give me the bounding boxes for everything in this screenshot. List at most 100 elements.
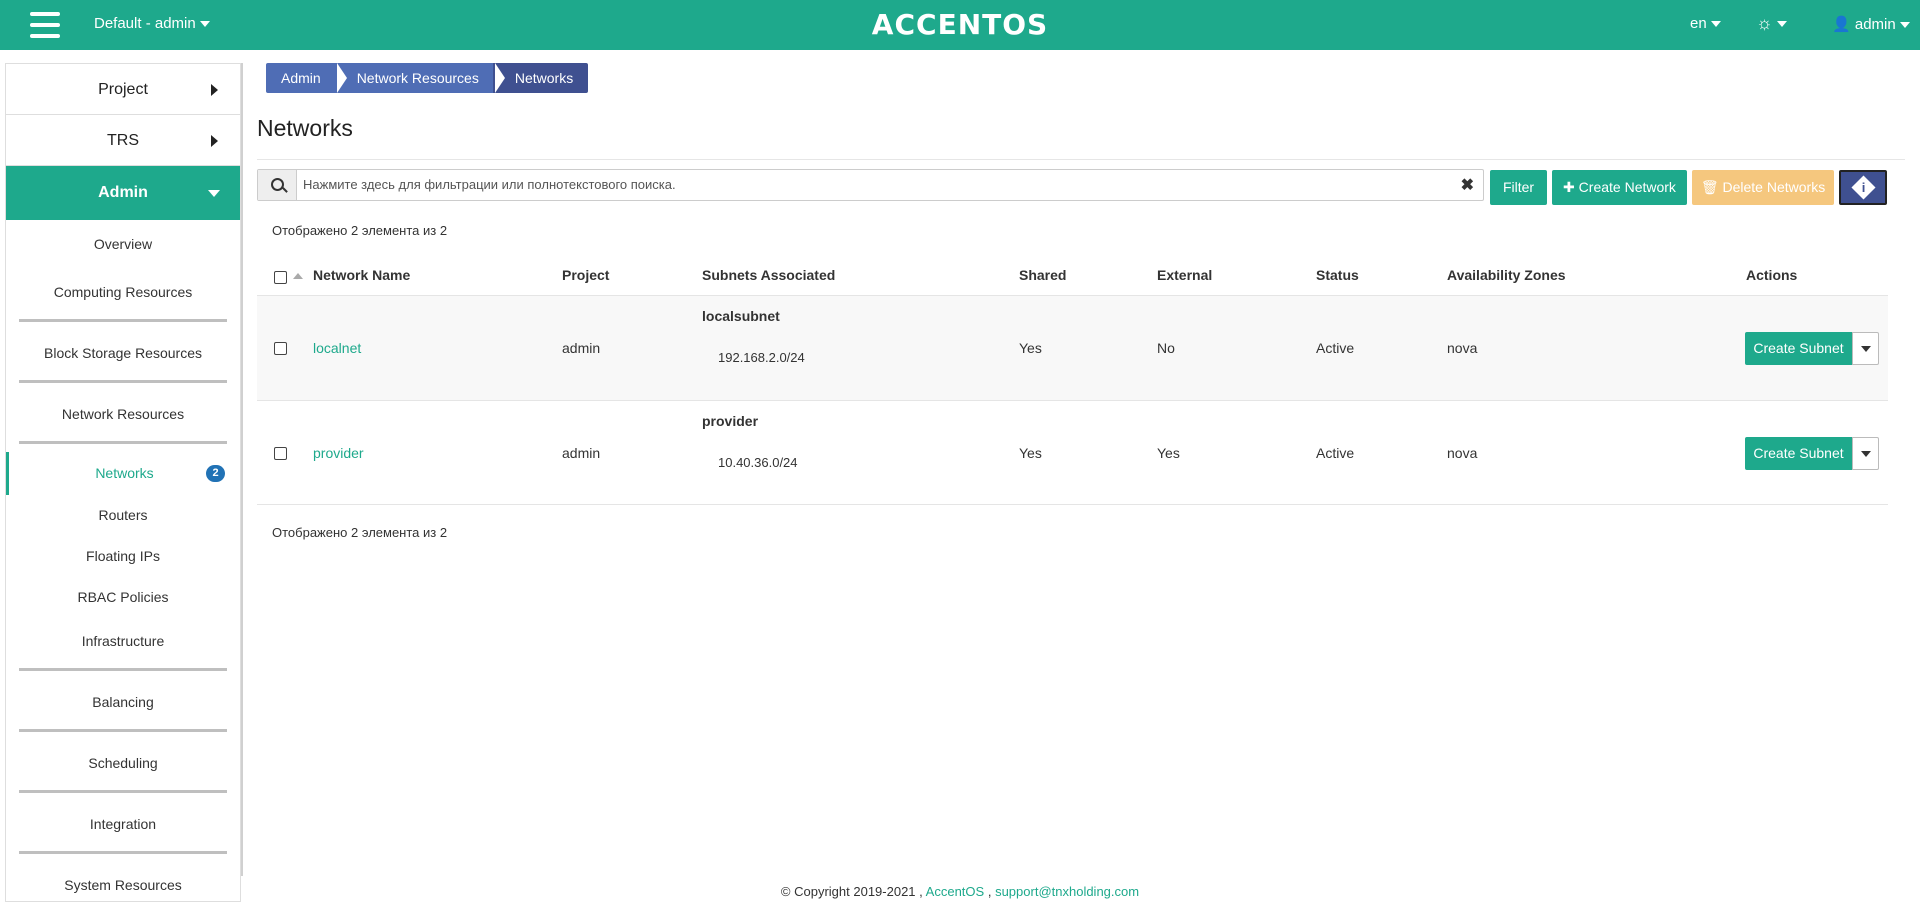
- subnet-cidr: 192.168.2.0/24: [718, 350, 805, 365]
- create-subnet-button[interactable]: Create Subnet: [1745, 437, 1852, 470]
- divider: [257, 159, 1905, 160]
- search-input[interactable]: Нажмите здесь для фильтрации или полноте…: [257, 169, 1484, 201]
- clear-icon[interactable]: ✖: [1461, 175, 1474, 195]
- networks-table: Network Name Project Subnets Associated …: [257, 258, 1888, 505]
- status-value: Active: [1316, 445, 1355, 461]
- external-value: Yes: [1157, 445, 1180, 461]
- info-button[interactable]: i: [1839, 170, 1887, 205]
- item-count: Отображено 2 элемента из 2: [272, 223, 448, 238]
- footer: © Copyright 2019-2021 , AccentOS , suppo…: [0, 884, 1920, 899]
- breadcrumb-network-resources[interactable]: Network Resources: [334, 63, 506, 93]
- sidebar: Project TRS Admin Overview Computing Res…: [5, 63, 241, 902]
- sidebar-item-label: Overview: [93, 236, 153, 252]
- row-actions-dropdown[interactable]: [1852, 437, 1879, 470]
- sidebar-item-block-storage-resources[interactable]: Block Storage Resources: [6, 330, 240, 391]
- sidebar-item-label: Scheduling: [88, 755, 158, 771]
- table-row: localnet admin localsubnet 192.168.2.0/2…: [257, 295, 1888, 400]
- az-value: nova: [1447, 445, 1478, 461]
- table-header: Network Name Project Subnets Associated …: [257, 258, 1888, 295]
- chevron-right-icon: [211, 84, 218, 96]
- gear-icon: ☼: [1756, 13, 1773, 33]
- search-placeholder: Нажмите здесь для фильтрации или полноте…: [303, 177, 676, 192]
- menu-toggle-icon[interactable]: [30, 12, 60, 38]
- network-name-link[interactable]: localnet: [313, 340, 361, 356]
- network-project: admin: [562, 445, 601, 461]
- plus-icon: ✚: [1563, 179, 1575, 195]
- item-count-bottom: Отображено 2 элемента из 2: [272, 525, 448, 540]
- sidebar-item-label: Networks: [95, 465, 154, 481]
- header-status[interactable]: Status: [1316, 267, 1359, 283]
- sidebar-scrollbar[interactable]: [241, 63, 243, 876]
- sidebar-item-label: Network Resources: [61, 406, 185, 422]
- sidebar-item-admin[interactable]: Admin: [6, 166, 240, 220]
- project-selector[interactable]: Default - admin: [94, 15, 210, 32]
- external-value: No: [1157, 340, 1175, 356]
- chevron-down-icon: [1899, 22, 1910, 29]
- shared-value: Yes: [1019, 340, 1042, 356]
- sidebar-item-infrastructure[interactable]: Infrastructure: [6, 618, 240, 679]
- sidebar-item-label: Admin: [98, 184, 148, 201]
- header-actions: Actions: [1746, 267, 1798, 283]
- header-external[interactable]: External: [1157, 267, 1212, 283]
- copyright-text: © Copyright 2019-2021 ,: [780, 884, 923, 899]
- breadcrumb-admin[interactable]: Admin: [266, 63, 347, 93]
- chevron-down-icon: [1710, 21, 1721, 28]
- language-label: en: [1690, 15, 1707, 32]
- sidebar-item-floating-ips[interactable]: Floating IPs: [6, 536, 240, 577]
- sidebar-item-rbac-policies[interactable]: RBAC Policies: [6, 577, 240, 618]
- chevron-right-icon: [211, 135, 218, 147]
- sidebar-item-trs[interactable]: TRS: [6, 115, 240, 166]
- shared-value: Yes: [1019, 445, 1042, 461]
- sort-up-icon[interactable]: [293, 273, 303, 279]
- row-checkbox[interactable]: [274, 447, 287, 460]
- sidebar-item-label: Balancing: [92, 694, 154, 710]
- header-availability-zones[interactable]: Availability Zones: [1447, 267, 1566, 283]
- sidebar-item-project[interactable]: Project: [6, 64, 240, 115]
- create-network-button[interactable]: ✚ Create Network: [1552, 170, 1687, 205]
- select-all-checkbox[interactable]: [274, 271, 287, 284]
- create-network-label: Create Network: [1578, 179, 1676, 195]
- sidebar-item-networks[interactable]: Networks 2: [6, 452, 240, 495]
- sidebar-item-label: TRS: [107, 132, 139, 149]
- create-subnet-button[interactable]: Create Subnet: [1745, 332, 1852, 365]
- sidebar-item-label: Project: [98, 81, 148, 98]
- logo: ACCENTOS: [871, 8, 1049, 41]
- sidebar-item-balancing[interactable]: Balancing: [6, 679, 240, 740]
- user-name: admin: [1854, 16, 1896, 33]
- sidebar-item-label: RBAC Policies: [77, 589, 169, 605]
- language-selector[interactable]: en: [1690, 15, 1721, 32]
- breadcrumb-networks[interactable]: Networks: [492, 63, 589, 93]
- search-icon: [258, 170, 297, 200]
- row-actions-dropdown[interactable]: [1852, 332, 1879, 365]
- sidebar-item-network-resources[interactable]: Network Resources: [6, 391, 240, 452]
- top-navbar: Default - admin ACCENTOS en ☼ 👤 admin: [0, 0, 1920, 50]
- chevron-down-icon: [1776, 21, 1787, 28]
- accentos-link[interactable]: AccentOS: [926, 884, 985, 899]
- sidebar-item-scheduling[interactable]: Scheduling: [6, 740, 240, 801]
- chevron-down-icon: [208, 190, 220, 197]
- delete-networks-button[interactable]: 🗑 Delete Networks: [1692, 170, 1834, 205]
- trash-icon: 🗑: [1700, 179, 1719, 195]
- sidebar-item-overview[interactable]: Overview: [6, 220, 240, 269]
- footer-separator: ,: [987, 884, 992, 899]
- header-shared[interactable]: Shared: [1019, 267, 1066, 283]
- table-row: provider admin provider 10.40.36.0/24 Ye…: [257, 400, 1888, 505]
- filter-button[interactable]: Filter: [1490, 170, 1547, 205]
- sidebar-item-label: Computing Resources: [53, 284, 193, 300]
- theme-selector[interactable]: ☼: [1756, 13, 1787, 34]
- subnet-name: localsubnet: [702, 308, 780, 324]
- network-name-link[interactable]: provider: [313, 445, 364, 461]
- support-email-link[interactable]: support@tnxholding.com: [995, 884, 1139, 899]
- sidebar-item-label: Routers: [98, 507, 148, 523]
- delete-networks-label: Delete Networks: [1722, 179, 1826, 195]
- header-network-name[interactable]: Network Name: [313, 267, 410, 283]
- row-checkbox[interactable]: [274, 342, 287, 355]
- subnet-name: provider: [702, 413, 759, 429]
- az-value: nova: [1447, 340, 1478, 356]
- user-icon: 👤: [1832, 16, 1851, 33]
- sidebar-item-computing-resources[interactable]: Computing Resources: [6, 269, 240, 330]
- sidebar-item-routers[interactable]: Routers: [6, 495, 240, 536]
- header-project[interactable]: Project: [562, 267, 609, 283]
- user-menu[interactable]: 👤 admin: [1832, 15, 1910, 33]
- sidebar-item-integration[interactable]: Integration: [6, 801, 240, 862]
